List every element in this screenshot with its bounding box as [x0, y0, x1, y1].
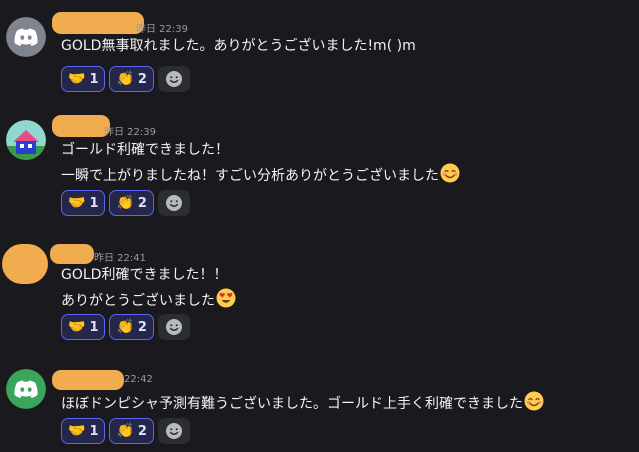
smiling-face-icon	[440, 163, 460, 183]
message-text: ゴールド利確できました！	[61, 142, 229, 158]
reaction-handshake[interactable]: 🤝 1	[61, 418, 106, 444]
message-text-content: ありがとうございました	[61, 293, 215, 309]
reaction-count: 1	[89, 195, 99, 211]
discord-logo-icon	[6, 17, 46, 57]
add-reaction-icon	[165, 195, 182, 211]
message-text: GOLD無事取れました。ありがとうございました!m( )m	[61, 38, 416, 54]
reaction-bar: 🤝 1 👏 2	[61, 314, 190, 340]
reaction-bar: 🤝 1 👏 2	[61, 418, 190, 444]
timestamp: 昨日 22:39	[104, 127, 156, 138]
redacted-username[interactable]	[52, 370, 124, 390]
message-text: ありがとうございました	[61, 288, 236, 310]
add-reaction-icon	[165, 319, 182, 335]
message-text-content: ほぼドンピシャ予測有難うございました。ゴールド上手く利確できました	[61, 396, 523, 412]
avatar[interactable]	[6, 17, 46, 57]
reaction-count: 2	[137, 71, 147, 87]
reaction-count: 1	[89, 71, 99, 87]
handshake-icon: 🤝	[68, 319, 86, 335]
handshake-icon: 🤝	[68, 71, 86, 87]
handshake-icon: 🤝	[68, 423, 86, 439]
timestamp: 22:42	[124, 374, 153, 385]
reaction-count: 1	[89, 423, 99, 439]
clapping-hands-icon: 👏	[116, 195, 134, 211]
discord-logo-icon	[6, 369, 46, 409]
reaction-count: 2	[137, 319, 147, 335]
add-reaction-button[interactable]	[157, 66, 190, 92]
add-reaction-button[interactable]	[157, 314, 190, 340]
reaction-clapping-hands[interactable]: 👏 2	[109, 314, 154, 340]
clapping-hands-icon: 👏	[116, 71, 134, 87]
redacted-username[interactable]	[52, 12, 144, 34]
message-text: ほぼドンピシャ予測有難うございました。ゴールド上手く利確できました	[61, 391, 544, 413]
reaction-bar: 🤝 1 👏 2	[61, 66, 190, 92]
message-text: 一瞬で上がりましたね！すごい分析ありがとうございました	[61, 163, 460, 185]
timestamp: 昨日 22:39	[136, 24, 188, 35]
house-avatar-icon	[6, 120, 46, 160]
timestamp: 昨日 22:41	[94, 253, 146, 264]
clapping-hands-icon: 👏	[116, 319, 134, 335]
reaction-bar: 🤝 1 👏 2	[61, 190, 190, 216]
reaction-clapping-hands[interactable]: 👏 2	[109, 190, 154, 216]
reaction-clapping-hands[interactable]: 👏 2	[109, 66, 154, 92]
redacted-username[interactable]	[50, 244, 94, 264]
add-reaction-button[interactable]	[157, 190, 190, 216]
reaction-handshake[interactable]: 🤝 1	[61, 314, 106, 340]
redacted-avatar[interactable]	[2, 244, 48, 284]
heart-eyes-icon	[216, 288, 236, 308]
add-reaction-button[interactable]	[157, 418, 190, 444]
clapping-hands-icon: 👏	[116, 423, 134, 439]
reaction-handshake[interactable]: 🤝 1	[61, 190, 106, 216]
handshake-icon: 🤝	[68, 195, 86, 211]
message-text-content: 一瞬で上がりましたね！すごい分析ありがとうございました	[61, 168, 439, 184]
message-text: GOLD利確できました！！	[61, 267, 228, 283]
reaction-clapping-hands[interactable]: 👏 2	[109, 418, 154, 444]
reaction-count: 2	[137, 423, 147, 439]
redacted-username[interactable]	[52, 115, 110, 137]
avatar[interactable]	[6, 369, 46, 409]
smiling-face-icon	[524, 391, 544, 411]
reaction-count: 2	[137, 195, 147, 211]
reaction-count: 1	[89, 319, 99, 335]
add-reaction-icon	[165, 423, 182, 439]
reaction-handshake[interactable]: 🤝 1	[61, 66, 106, 92]
add-reaction-icon	[165, 71, 182, 87]
avatar[interactable]	[6, 120, 46, 160]
